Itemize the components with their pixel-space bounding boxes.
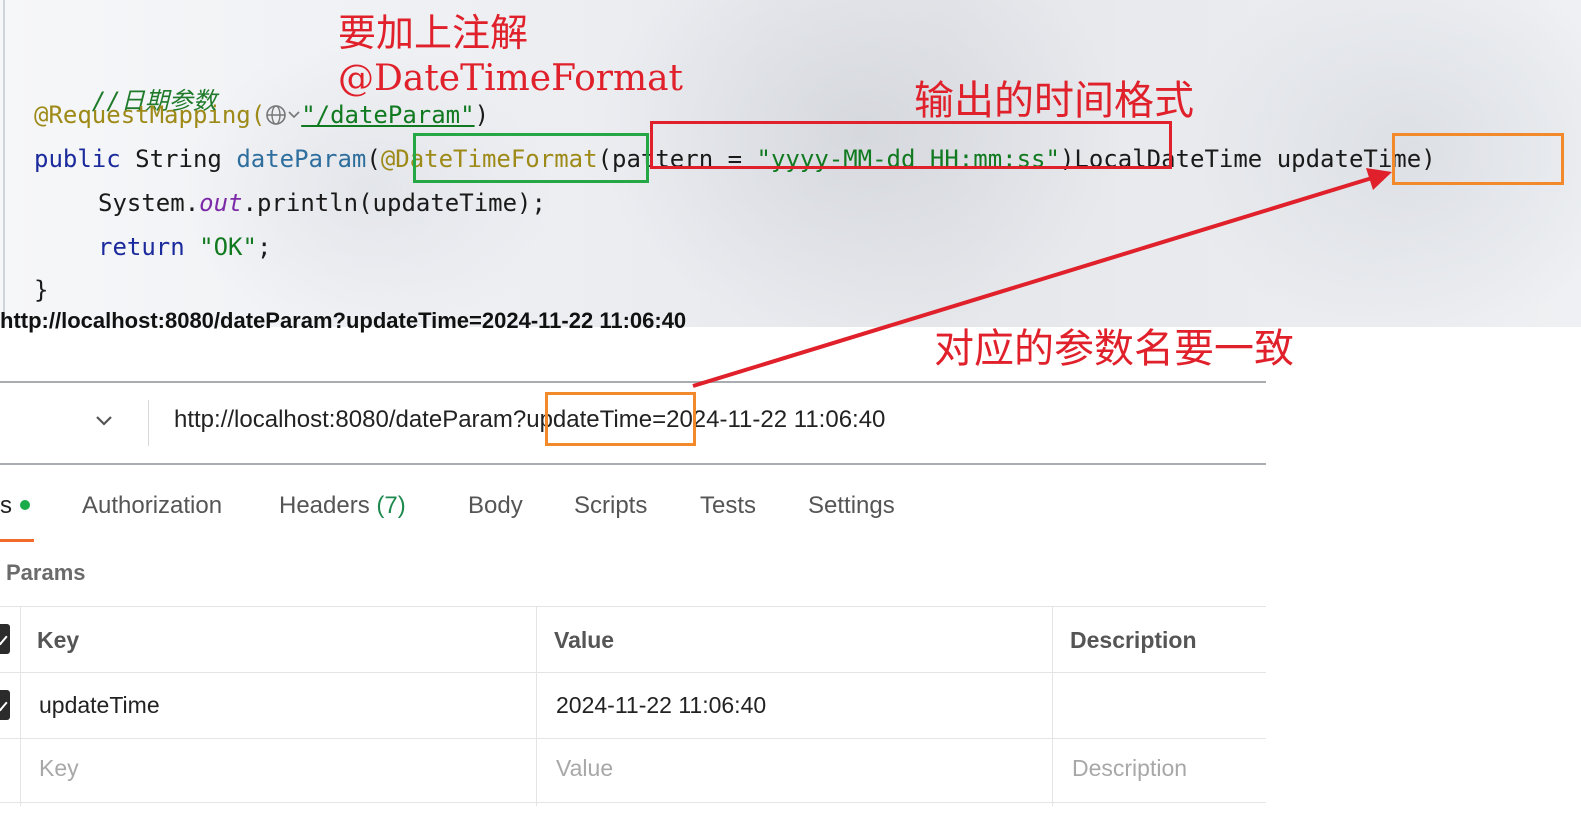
column-header-description: Description [1070, 627, 1197, 653]
static-out: out [199, 189, 243, 217]
annotation-output-format: 输出的时间格式 [914, 78, 1194, 124]
annotation-box-orange [1392, 133, 1564, 185]
table-border [1052, 606, 1053, 806]
mapping-path[interactable]: "/dateParam" [301, 101, 474, 129]
annotation-annotation-name: @DateTimeFormat [338, 58, 684, 99]
row-checkbox[interactable] [0, 690, 10, 720]
table-border [0, 672, 1266, 673]
table-border [20, 606, 21, 806]
tab-tests[interactable]: Tests [700, 492, 756, 520]
table-border [0, 738, 1266, 739]
type-string: String [135, 145, 222, 173]
println-suffix: .println(updateTime); [242, 189, 546, 217]
table-border [0, 802, 1266, 803]
keyword-public: public [34, 145, 121, 173]
tab-headers[interactable]: Headers (7) [279, 492, 406, 520]
closing-brace: } [34, 276, 49, 304]
method-name: dateParam [236, 145, 367, 173]
params-table: Key Value Description updateTime 2024-11… [0, 606, 1266, 806]
new-key-input[interactable]: Key [39, 755, 79, 782]
chevron-down-icon[interactable] [287, 103, 301, 125]
request-url-input[interactable]: http://localhost:8080/dateParam?updateTi… [174, 406, 885, 434]
url-prefix: http://localhost:8080/dateParam? [174, 406, 527, 433]
url-bar-divider [148, 400, 149, 446]
tab-authorization[interactable]: Authorization [82, 492, 222, 520]
query-params-title: Params [6, 560, 86, 585]
url-bar-top-border [0, 381, 1266, 383]
column-header-value: Value [554, 627, 615, 653]
mapping-close: ) [474, 101, 490, 129]
request-url-heading: http://localhost:8080/dateParam?updateTi… [0, 308, 687, 333]
tab-headers-label: Headers [279, 492, 370, 519]
new-value-input[interactable]: Value [556, 755, 613, 782]
table-border [536, 606, 537, 806]
tab-params[interactable]: s [0, 492, 30, 520]
table-border [0, 606, 1266, 607]
paren-open: ( [366, 145, 381, 173]
code-editor: //日期参数 @RequestMapping("/dateParam") pub… [0, 0, 1581, 327]
chevron-down-icon[interactable] [94, 414, 114, 428]
request-mapping-annotation: @RequestMapping( [34, 101, 266, 129]
code-line-return: return "OK"; [98, 232, 271, 262]
globe-icon[interactable] [265, 103, 287, 125]
url-bar-bottom-border [0, 463, 1266, 465]
active-tab-underline [0, 539, 34, 542]
editor-gutter [3, 0, 5, 327]
new-description-input[interactable]: Description [1072, 755, 1187, 782]
tab-params-label: s [0, 492, 12, 519]
annotation-param-name-match: 对应的参数名要一致 [934, 326, 1294, 372]
tab-scripts[interactable]: Scripts [574, 492, 647, 520]
code-line-println: System.out.println(updateTime); [98, 188, 546, 218]
return-value: "OK" [199, 233, 257, 261]
headers-count: (7) [376, 492, 406, 519]
select-all-checkbox[interactable] [0, 624, 10, 654]
annotation-box-orange-url [545, 392, 696, 446]
annotation-box-red [650, 121, 1172, 169]
println-prefix: System. [98, 189, 200, 217]
tab-settings[interactable]: Settings [808, 492, 895, 520]
param-key-cell[interactable]: updateTime [39, 692, 160, 719]
annotation-add-annotation: 要加上注解 [338, 11, 529, 55]
annotation-box-green [413, 133, 649, 183]
param-value-cell[interactable]: 2024-11-22 11:06:40 [556, 692, 766, 719]
params-active-dot [20, 500, 30, 510]
keyword-return: return [98, 233, 185, 261]
tab-body[interactable]: Body [468, 492, 523, 520]
return-semicolon: ; [256, 233, 272, 261]
column-header-key: Key [37, 627, 80, 653]
code-line-brace: } [34, 275, 48, 305]
code-line-mapping: @RequestMapping( "/dateParam") [34, 100, 489, 130]
